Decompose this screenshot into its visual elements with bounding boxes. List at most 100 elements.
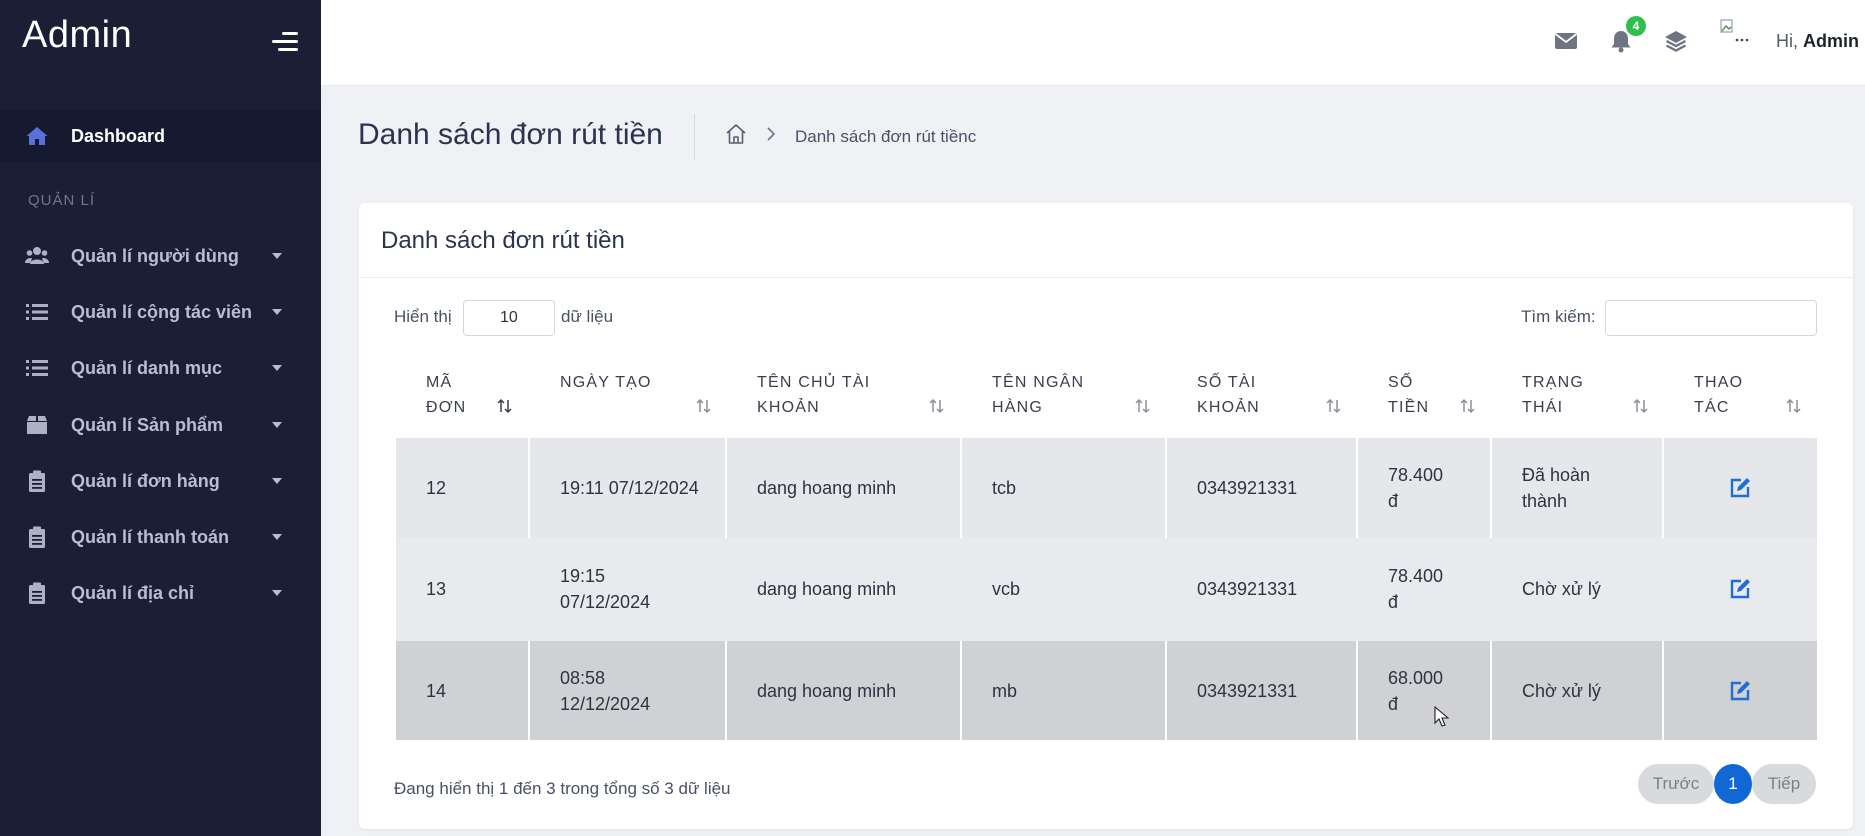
column-header-label: Mã đơn <box>426 374 467 416</box>
sidebar-item-categories[interactable]: Quản lí danh mục <box>0 344 321 392</box>
user-name: Admin <box>1803 31 1860 51</box>
sort-icon <box>497 398 512 414</box>
pagination-prev-button[interactable]: Trước <box>1638 764 1714 804</box>
sidebar-item-label: Quản lí địa chỉ <box>71 582 195 603</box>
table-row: 13 19:15 07/12/2024 dang hoang minh vcb … <box>396 538 1817 641</box>
page-length-suffix: dữ liệu <box>561 307 614 326</box>
box-icon <box>27 416 47 434</box>
caret-down-icon <box>272 365 282 371</box>
cell-text: 0343921331 <box>1197 478 1298 498</box>
clipboard-icon <box>29 526 45 548</box>
cell-bank: tcb <box>962 438 1165 538</box>
caret-down-icon <box>272 309 282 315</box>
sidebar-item-products[interactable]: Quản lí Sản phẩm <box>0 401 321 449</box>
pagination-next-button[interactable]: Tiếp <box>1752 764 1816 804</box>
column-header-amount[interactable]: Số tiền <box>1358 369 1490 435</box>
cell-text: 0343921331 <box>1197 579 1298 599</box>
page-length-label: Hiển thị <box>394 307 452 326</box>
search-input[interactable] <box>1605 300 1817 336</box>
search-label: Tìm kiếm: <box>1521 307 1596 326</box>
edit-icon[interactable] <box>1728 577 1752 601</box>
clipboard-icon <box>29 582 45 604</box>
cell-status: Chờ xử lý <box>1492 538 1662 641</box>
table-info: Đang hiển thị 1 đến 3 trong tổng số 3 dữ… <box>394 779 731 798</box>
column-header-label: Số tiền <box>1388 374 1430 416</box>
mail-icon[interactable] <box>1553 28 1579 54</box>
mouse-cursor-icon <box>1434 706 1450 727</box>
sort-icon <box>1633 398 1648 414</box>
sidebar-item-orders[interactable]: Quản lí đơn hàng <box>0 457 321 505</box>
sidebar-item-dashboard[interactable]: Dashboard <box>0 110 321 162</box>
page-length-select[interactable]: 10 <box>463 300 555 336</box>
cell-id: 13 <box>396 538 528 641</box>
cell-owner: dang hoang minh <box>727 641 960 740</box>
sort-icon <box>1326 398 1341 414</box>
pagination-page-1[interactable]: 1 <box>1714 764 1752 804</box>
user-greeting[interactable]: Hi, Admin <box>1776 31 1859 52</box>
cell-bank: vcb <box>962 538 1165 641</box>
layers-icon[interactable] <box>1663 28 1689 54</box>
column-header-status[interactable]: Trạng thái <box>1492 369 1662 435</box>
cell-amount: 78.400 đ <box>1358 438 1490 538</box>
sidebar-section-title: QUẢN LÍ <box>28 192 96 209</box>
sort-icon <box>1460 398 1475 414</box>
column-header-label: Ngày tạo <box>560 374 652 391</box>
cell-actions <box>1664 438 1817 538</box>
table-row: 14 08:58 12/12/2024 dang hoang minh mb 0… <box>396 641 1817 740</box>
column-header-actions[interactable]: Thao tác <box>1664 369 1817 435</box>
cell-date: 08:58 12/12/2024 <box>530 641 725 740</box>
column-header-id[interactable]: Mã đơn <box>396 369 528 435</box>
column-header-label: Số tài khoản <box>1197 374 1260 416</box>
cell-text: tcb <box>992 478 1017 498</box>
title-divider <box>694 114 695 160</box>
list-icon <box>26 304 48 320</box>
cell-account: 0343921331 <box>1167 641 1356 740</box>
column-header-label: Thao tác <box>1694 374 1744 416</box>
clipboard-icon <box>29 470 45 492</box>
sidebar-item-users[interactable]: Quản lí người dùng <box>0 232 321 280</box>
cell-bank: mb <box>962 641 1165 740</box>
cell-id: 14 <box>396 641 528 740</box>
cell-text: dang hoang minh <box>757 579 897 599</box>
column-header-owner[interactable]: Tên chủ tài khoản <box>727 369 960 435</box>
cell-account: 0343921331 <box>1167 438 1356 538</box>
users-icon <box>25 247 49 264</box>
column-header-label: Trạng thái <box>1522 374 1584 416</box>
caret-down-icon <box>272 253 282 259</box>
cell-text: vcb <box>992 579 1021 599</box>
cell-text: Chờ xử lý <box>1522 681 1601 701</box>
sidebar-item-addresses[interactable]: Quản lí địa chỉ <box>0 569 321 617</box>
sidebar-item-label: Quản lí danh mục <box>71 357 223 378</box>
sidebar: Admin Dashboard QUẢN LÍ Quản lí người dù… <box>0 0 321 836</box>
cell-actions <box>1664 538 1817 641</box>
column-header-label: Tên ngân hàng <box>992 374 1085 416</box>
sidebar-item-payments[interactable]: Quản lí thanh toán <box>0 513 321 561</box>
home-icon <box>26 127 48 145</box>
caret-down-icon <box>272 590 282 596</box>
edit-icon[interactable] <box>1728 476 1752 500</box>
column-header-date[interactable]: Ngày tạo <box>530 369 725 435</box>
menu-toggle-icon[interactable] <box>272 30 298 52</box>
column-header-bank[interactable]: Tên ngân hàng <box>962 369 1165 435</box>
caret-down-icon <box>272 534 282 540</box>
cell-date: 19:11 07/12/2024 <box>530 438 725 538</box>
caret-down-icon <box>272 422 282 428</box>
cell-status: Chờ xử lý <box>1492 641 1662 740</box>
cell-text: 0343921331 <box>1197 681 1298 701</box>
chevron-right-icon <box>767 127 776 141</box>
cell-account: 0343921331 <box>1167 538 1356 641</box>
brand-logo[interactable]: Admin <box>22 14 132 57</box>
avatar[interactable] <box>1718 18 1752 48</box>
sidebar-item-collaborators[interactable]: Quản lí cộng tác viên <box>0 288 321 336</box>
cell-text: 08:58 12/12/2024 <box>560 668 651 714</box>
greeting-text: Hi, <box>1776 31 1798 51</box>
edit-icon[interactable] <box>1728 679 1752 703</box>
cell-id: 12 <box>396 438 528 538</box>
list-icon <box>26 360 48 376</box>
column-header-account[interactable]: Số tài khoản <box>1167 369 1356 435</box>
cell-amount: 68.000 đ <box>1358 641 1490 740</box>
home-icon[interactable] <box>724 122 748 146</box>
cell-text: 78.400 đ <box>1388 465 1444 511</box>
sidebar-item-label: Quản lí cộng tác viên <box>71 301 253 322</box>
column-header-label: Tên chủ tài khoản <box>757 374 871 416</box>
